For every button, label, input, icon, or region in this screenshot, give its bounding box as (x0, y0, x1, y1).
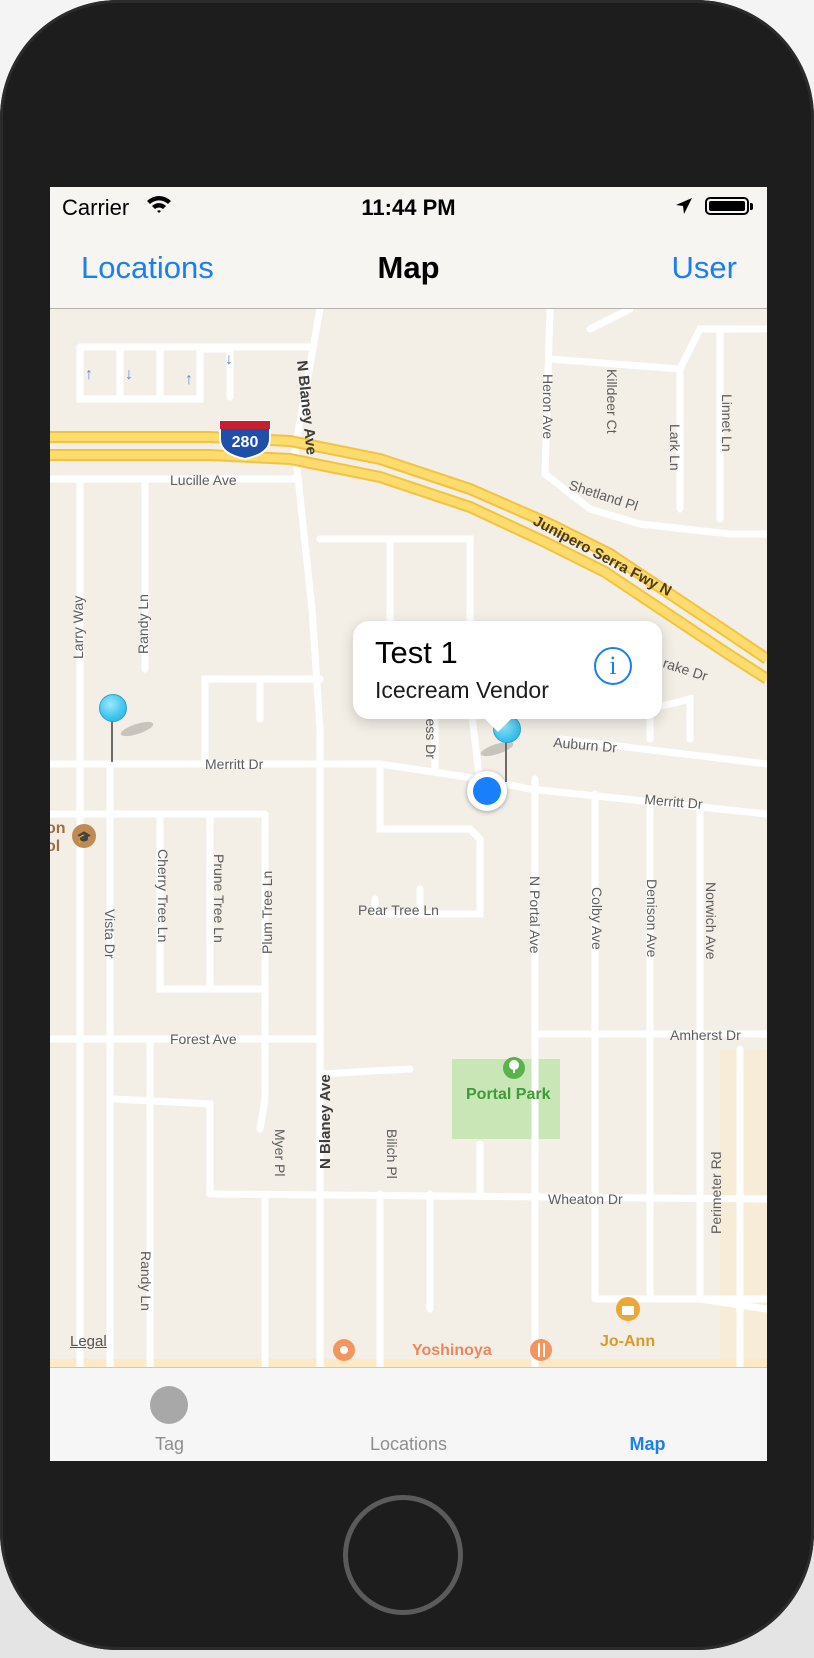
nav-title: Map (377, 250, 440, 285)
svg-text:Vista Dr: Vista Dr (102, 909, 118, 959)
svg-text:↓: ↓ (225, 351, 233, 368)
svg-text:🎓: 🎓 (77, 830, 92, 844)
pin-stem (111, 717, 113, 762)
svg-text:Killdeer Ct: Killdeer Ct (604, 369, 620, 434)
svg-text:280: 280 (232, 434, 259, 451)
svg-text:Larry Way: Larry Way (70, 596, 86, 659)
battery-icon (705, 197, 753, 215)
park-icon (503, 1057, 525, 1079)
svg-text:Norwich Ave: Norwich Ave (703, 882, 719, 960)
screen: Carrier 11:44 PM Locations Map User ↑ ↓ … (50, 187, 767, 1461)
map-view[interactable]: ↑ ↓ ↑ ↓ 280 N Blaney Ave Lucille Ave Jun… (50, 309, 767, 1367)
pin-stem (505, 737, 507, 782)
callout-subtitle: Icecream Vendor (375, 677, 549, 703)
restaurant-icon (530, 1339, 552, 1361)
svg-text:Denison Ave: Denison Ave (644, 879, 660, 958)
circle-icon (150, 1386, 188, 1424)
callout-title: Test 1 (375, 635, 458, 670)
tab-locations[interactable]: Locations (289, 1368, 528, 1461)
home-button[interactable] (343, 1495, 463, 1615)
info-button-icon[interactable]: i (594, 647, 632, 685)
tab-label: Tag (154, 1434, 185, 1454)
svg-text:Forest Ave: Forest Ave (170, 1031, 237, 1047)
svg-text:Heron Ave: Heron Ave (540, 374, 556, 439)
svg-text:↑: ↑ (85, 366, 93, 383)
svg-text:Portal Park: Portal Park (466, 1086, 551, 1103)
svg-text:↑: ↑ (185, 371, 193, 388)
callout-pointer (484, 718, 512, 732)
tab-bar: Tag Locations Map (50, 1367, 767, 1461)
svg-text:Lark Ln: Lark Ln (667, 424, 683, 471)
svg-text:N Blaney Ave: N Blaney Ave (317, 1074, 334, 1169)
device-frame: Carrier 11:44 PM Locations Map User ↑ ↓ … (0, 0, 814, 1650)
svg-text:Myer Pl: Myer Pl (272, 1129, 288, 1176)
svg-text:Amherst Dr: Amherst Dr (670, 1027, 741, 1043)
user-location-dot (467, 771, 507, 811)
svg-text:Prune Tree Ln: Prune Tree Ln (211, 854, 227, 943)
tab-tag[interactable]: Tag (50, 1368, 289, 1461)
interstate-shield-icon: 280 (219, 420, 271, 461)
svg-text:N Portal Ave: N Portal Ave (527, 876, 543, 954)
shopping-bag-icon (616, 1297, 640, 1321)
svg-text:Bilich Pl: Bilich Pl (384, 1129, 400, 1179)
tab-map[interactable]: Map (528, 1368, 767, 1461)
svg-text:ol: ol (50, 838, 60, 855)
svg-text:Yoshinoya: Yoshinoya (412, 1342, 492, 1359)
svg-text:Linnet Ln: Linnet Ln (719, 394, 735, 452)
svg-text:Jo-Ann: Jo-Ann (600, 1333, 655, 1350)
svg-text:Pear Tree Ln: Pear Tree Ln (358, 902, 439, 918)
location-arrow-icon (674, 196, 694, 222)
cafe-icon (333, 1339, 355, 1361)
school-icon: 🎓 (72, 824, 96, 848)
svg-text:Merritt Dr: Merritt Dr (205, 756, 264, 772)
tab-label: Locations (369, 1434, 448, 1454)
status-bar: Carrier 11:44 PM (50, 187, 767, 227)
svg-text:Randy Ln: Randy Ln (135, 594, 151, 654)
svg-text:Randy Ln: Randy Ln (138, 1251, 154, 1311)
svg-text:Lucille Ave: Lucille Ave (170, 472, 237, 488)
svg-text:Colby Ave: Colby Ave (589, 887, 605, 950)
svg-text:on: on (50, 820, 66, 837)
legal-link[interactable]: Legal (70, 1333, 107, 1350)
svg-text:Wheaton Dr: Wheaton Dr (548, 1191, 623, 1207)
annotation-callout[interactable]: Test 1 Icecream Vendor i (353, 621, 662, 732)
map-pin-icon[interactable] (99, 694, 127, 722)
svg-text:↓: ↓ (125, 366, 133, 383)
status-time: 11:44 PM (361, 195, 456, 220)
user-nav-button[interactable]: User (672, 250, 737, 286)
navigation-bar: Locations Map User (50, 227, 767, 309)
svg-text:Cherry Tree Ln: Cherry Tree Ln (155, 849, 171, 942)
map-canvas: ↑ ↓ ↑ ↓ 280 N Blaney Ave Lucille Ave Jun… (50, 309, 767, 1367)
svg-text:Perimeter Rd: Perimeter Rd (708, 1152, 724, 1234)
svg-text:Plum Tree Ln: Plum Tree Ln (259, 871, 275, 954)
tab-label: Map (629, 1434, 666, 1454)
